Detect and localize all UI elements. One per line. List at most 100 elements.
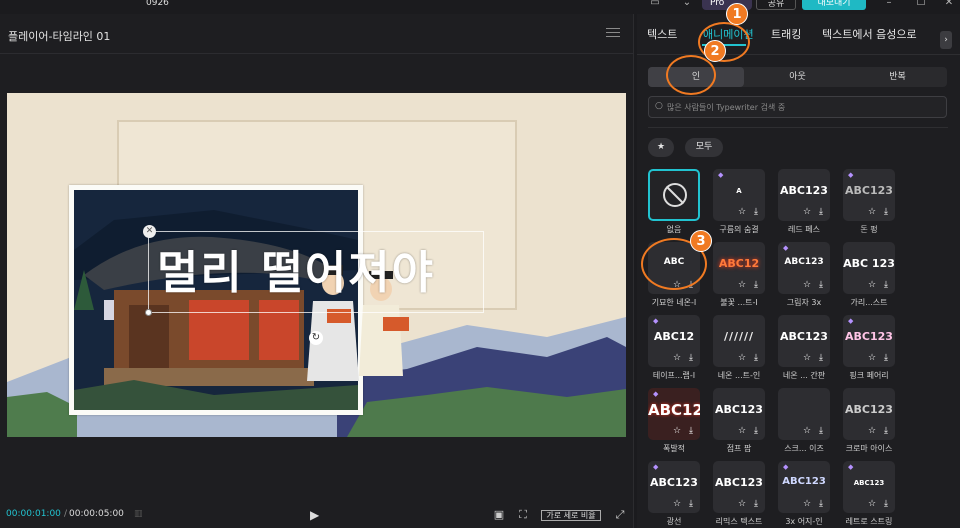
download-icon[interactable]: ⤓: [686, 353, 696, 363]
favorites-filter[interactable]: ★: [648, 138, 674, 157]
download-icon[interactable]: ⤓: [686, 499, 696, 509]
download-icon[interactable]: ⤓: [751, 280, 761, 290]
property-tabs: 텍스트 애니메이션 트래킹 텍스트에서 음성으로 ›: [637, 20, 960, 49]
effect-sample: ABC123: [845, 184, 893, 197]
favorite-icon[interactable]: ☆: [737, 353, 747, 363]
effect-card[interactable]: ◆ ABC12 ☆ ⤓: [648, 315, 700, 367]
effect-label: 네온 ... 간판: [782, 371, 826, 380]
segment-loop[interactable]: 반복: [848, 67, 947, 87]
download-icon[interactable]: ⤓: [816, 499, 826, 509]
effect-sample: ABC 123: [843, 257, 895, 270]
effect-card[interactable]: ◆ ABC123 ☆ ⤓: [648, 461, 700, 513]
favorite-icon[interactable]: ☆: [737, 207, 747, 217]
filter-all[interactable]: 모두: [685, 138, 723, 157]
play-icon[interactable]: ▶: [310, 508, 322, 522]
favorite-icon[interactable]: ☆: [737, 280, 747, 290]
maximize-icon[interactable]: ☐: [914, 0, 928, 9]
video-canvas[interactable]: 멀리 떨어져야 ✕ ↻: [7, 93, 626, 437]
tab-tracking[interactable]: 트래킹: [771, 26, 801, 42]
effect-card[interactable]: ABC123 ☆ ⤓: [713, 461, 765, 513]
pro-gem-icon: ◆: [783, 244, 789, 252]
effect-card[interactable]: ABC123 ☆ ⤓: [713, 388, 765, 440]
tab-text[interactable]: 텍스트: [647, 26, 677, 42]
effect-sample: A: [736, 187, 742, 195]
pro-label: Pro: [710, 0, 725, 8]
top-bar: 0926 ▭ ⌄ Pro 공유 내보내기 – ☐ ✕: [0, 0, 960, 12]
effect-card[interactable]: ◆ ABC123 ☆ ⤓: [843, 461, 895, 513]
chevron-down-icon[interactable]: ⌄: [680, 0, 694, 9]
effect-card[interactable]: ◆ ABC123 ☆ ⤓: [843, 169, 895, 221]
effect-card[interactable]: ABC123 ☆ ⤓: [778, 169, 830, 221]
download-icon[interactable]: ⤓: [881, 426, 891, 436]
effect-card[interactable]: ◆ A ☆ ⤓: [713, 169, 765, 221]
menu-icon[interactable]: [606, 28, 620, 38]
favorite-icon[interactable]: ☆: [737, 426, 747, 436]
download-icon[interactable]: ⤓: [751, 426, 761, 436]
favorite-icon[interactable]: ☆: [867, 426, 877, 436]
rotate-handle-icon[interactable]: ↻: [309, 331, 323, 345]
divider: [648, 127, 948, 128]
favorite-icon[interactable]: ☆: [802, 499, 812, 509]
search-input[interactable]: [667, 100, 937, 114]
waveform-icon[interactable]: ▥: [134, 509, 150, 521]
download-icon[interactable]: ⤓: [751, 499, 761, 509]
effect-card[interactable]: ABC 123 ☆ ⤓: [843, 242, 895, 294]
project-name[interactable]: 0926: [146, 0, 169, 8]
aspect-ratio-button[interactable]: 가로 세로 비율: [541, 510, 601, 521]
share-button[interactable]: 공유: [756, 0, 796, 10]
effect-card[interactable]: ◆ ABC123 ☆ ⤓: [778, 242, 830, 294]
effect-sample: //////: [723, 330, 755, 343]
download-icon[interactable]: ⤓: [881, 207, 891, 217]
chevron-right-icon[interactable]: ›: [940, 31, 952, 49]
effect-card[interactable]: ◆ ABC123 ☆ ⤓: [843, 315, 895, 367]
download-icon[interactable]: ⤓: [881, 280, 891, 290]
segment-out[interactable]: 아웃: [748, 67, 847, 87]
download-icon[interactable]: ⤓: [751, 353, 761, 363]
favorite-icon[interactable]: ☆: [867, 499, 877, 509]
fullscreen-icon[interactable]: ⤢: [613, 508, 627, 522]
download-icon[interactable]: ⤓: [881, 499, 891, 509]
effect-card[interactable]: ◆ ABC12 ☆ ⤓: [648, 388, 700, 440]
crop-icon[interactable]: ⛶: [516, 508, 530, 522]
download-icon[interactable]: ⤓: [816, 280, 826, 290]
caption-icon[interactable]: ▣: [492, 508, 506, 522]
favorite-icon[interactable]: ☆: [802, 426, 812, 436]
download-icon[interactable]: ⤓: [686, 426, 696, 436]
player-title: 플레이어-타임라인 01: [8, 30, 111, 43]
effect-search: ○: [648, 96, 947, 118]
resize-handle-icon[interactable]: [145, 309, 152, 316]
effect-card[interactable]: ABC12 ☆ ⤓: [713, 242, 765, 294]
canvas-title-text[interactable]: 멀리 떨어져야: [157, 236, 487, 306]
download-icon[interactable]: ⤓: [751, 207, 761, 217]
tab-text-to-speech[interactable]: 텍스트에서 음성으로: [822, 26, 917, 42]
close-icon[interactable]: ✕: [942, 0, 956, 9]
effect-label: 테이프...랩-I: [652, 371, 696, 380]
effect-sample: ABC123: [780, 184, 828, 197]
layout-icon[interactable]: ▭: [648, 0, 662, 9]
effect-card[interactable]: ☆ ⤓: [778, 388, 830, 440]
favorite-icon[interactable]: ☆: [802, 207, 812, 217]
favorite-icon[interactable]: ☆: [737, 499, 747, 509]
effect-card[interactable]: ABC123 ☆ ⤓: [778, 315, 830, 367]
favorite-icon[interactable]: ☆: [672, 426, 682, 436]
download-icon[interactable]: ⤓: [881, 353, 891, 363]
favorite-icon[interactable]: ☆: [867, 207, 877, 217]
effect-card[interactable]: ABC123 ☆ ⤓: [843, 388, 895, 440]
minimize-icon[interactable]: –: [882, 0, 896, 9]
favorite-icon[interactable]: ☆: [802, 280, 812, 290]
favorite-icon[interactable]: ☆: [867, 353, 877, 363]
effect-label: 네온 ...트-인: [717, 371, 761, 380]
export-button[interactable]: 내보내기: [802, 0, 866, 10]
remove-handle-icon[interactable]: ✕: [143, 225, 156, 238]
effect-card[interactable]: ////// ☆ ⤓: [713, 315, 765, 367]
favorite-icon[interactable]: ☆: [802, 353, 812, 363]
favorite-icon[interactable]: ☆: [867, 280, 877, 290]
effect-label: 기묘한 네온-I: [651, 298, 697, 307]
favorite-icon[interactable]: ☆: [672, 353, 682, 363]
effect-card-none[interactable]: [648, 169, 700, 221]
download-icon[interactable]: ⤓: [816, 426, 826, 436]
favorite-icon[interactable]: ☆: [672, 499, 682, 509]
download-icon[interactable]: ⤓: [816, 353, 826, 363]
download-icon[interactable]: ⤓: [816, 207, 826, 217]
effect-card[interactable]: ◆ ABC123 ☆ ⤓: [778, 461, 830, 513]
